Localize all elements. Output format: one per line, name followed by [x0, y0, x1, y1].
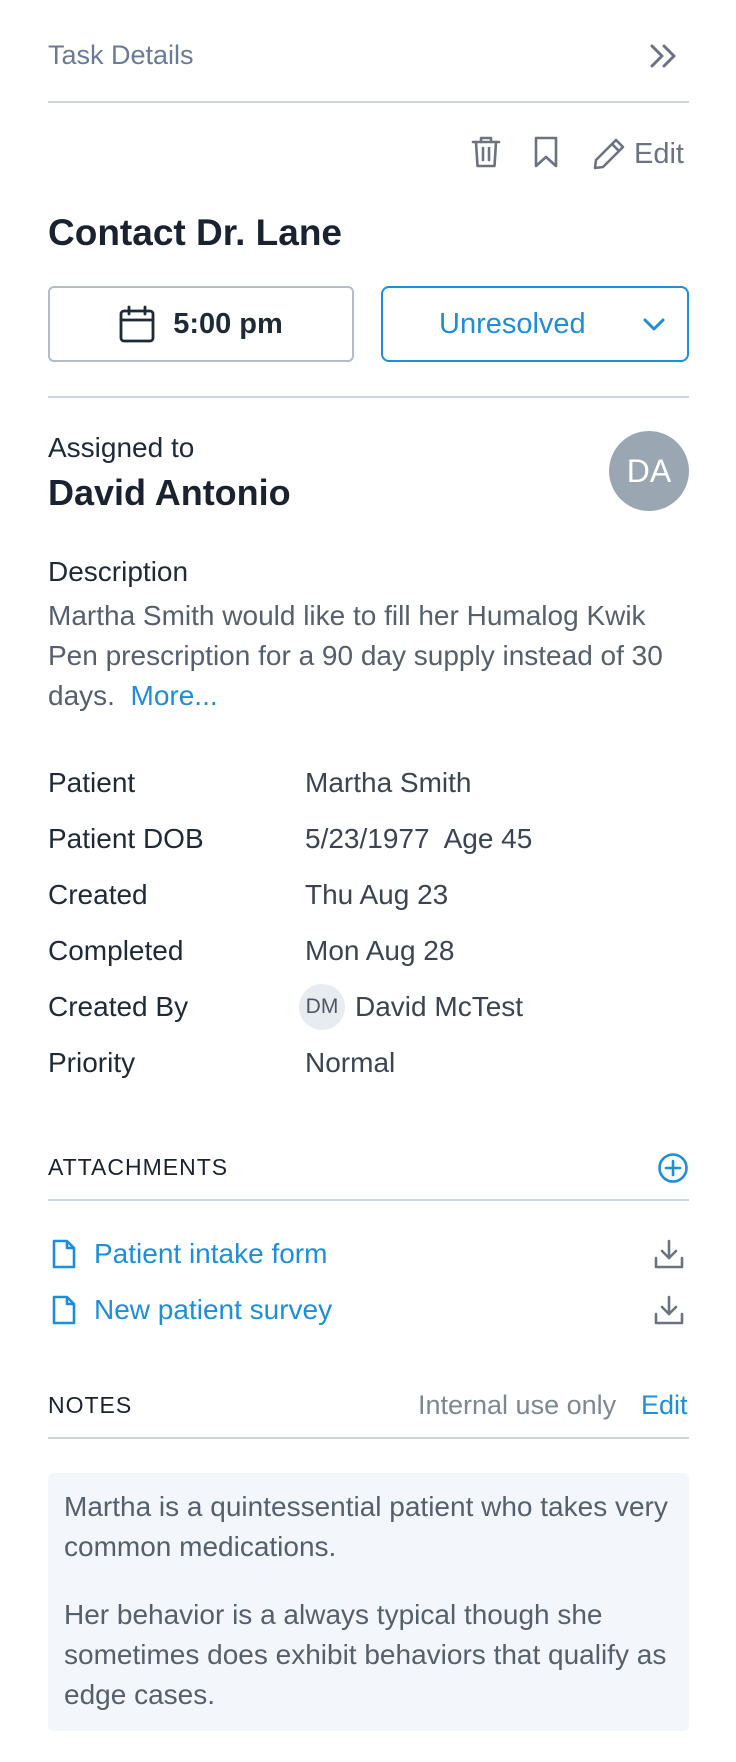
chevron-down-icon — [641, 312, 667, 343]
add-attachment-button[interactable] — [653, 1148, 693, 1188]
assigned-to-label: Assigned to — [48, 432, 195, 463]
document-icon — [48, 1236, 80, 1272]
panel-title: Task Details — [48, 40, 194, 70]
due-time-button[interactable]: 5:00 pm — [48, 286, 354, 362]
edit-notes-button[interactable]: Edit — [641, 1390, 688, 1421]
notes-divider — [48, 1437, 689, 1439]
collapse-panel-button[interactable] — [644, 38, 684, 78]
status-divider — [48, 396, 689, 398]
description-label: Description — [48, 556, 189, 587]
header-divider — [48, 101, 689, 103]
detail-label-dob: Patient DOB — [48, 823, 204, 854]
attachments-divider — [48, 1199, 689, 1201]
detail-value-completed: Mon Aug 28 — [305, 935, 455, 966]
bookmark-button[interactable] — [524, 132, 568, 176]
bookmark-icon — [533, 135, 559, 174]
attachments-heading: ATTACHMENTS — [48, 1154, 229, 1180]
plus-circle-icon — [657, 1152, 689, 1184]
assignee-avatar[interactable]: DA — [609, 431, 689, 511]
status-value: Unresolved — [439, 308, 586, 340]
detail-label-created: Created — [48, 879, 148, 910]
detail-label-created-by: Created By — [48, 991, 189, 1022]
status-dropdown[interactable]: Unresolved — [381, 286, 689, 362]
detail-value-dob: 5/23/1977 Age 45 — [305, 823, 533, 854]
detail-value-priority: Normal — [305, 1047, 396, 1078]
download-icon[interactable] — [649, 1234, 689, 1274]
creator-avatar: DM — [299, 984, 345, 1030]
attachment-link[interactable]: Patient intake form — [94, 1238, 649, 1270]
assignee-name: David Antonio — [48, 472, 291, 513]
notes-subtitle: Internal use only — [418, 1390, 617, 1420]
trash-icon — [471, 135, 501, 174]
double-chevron-right-icon — [649, 43, 679, 74]
notes-heading: NOTES — [48, 1392, 133, 1418]
edit-task-button[interactable]: Edit — [592, 132, 684, 176]
task-details-panel: Task Details Edit Contact Dr. Lane 5:00 … — [0, 0, 736, 1762]
edit-label: Edit — [634, 137, 684, 170]
notes-box: Martha is a quintessential patient who t… — [48, 1473, 689, 1731]
detail-value-patient: Martha Smith — [305, 767, 472, 798]
detail-value-created-by: David McTest — [355, 991, 524, 1022]
description-text: Martha Smith would like to fill her Huma… — [48, 596, 689, 716]
delete-button[interactable] — [464, 132, 508, 176]
more-link[interactable]: More... — [131, 680, 218, 711]
document-icon — [48, 1292, 80, 1328]
detail-label-priority: Priority — [48, 1047, 136, 1078]
detail-value-created: Thu Aug 23 — [305, 879, 449, 910]
task-title: Contact Dr. Lane — [48, 212, 342, 253]
attachment-item: New patient survey — [48, 1288, 689, 1332]
detail-label-patient: Patient — [48, 767, 136, 798]
download-icon[interactable] — [649, 1290, 689, 1330]
note-paragraph: Her behavior is a always typical though … — [64, 1599, 667, 1710]
calendar-icon — [119, 305, 155, 343]
attachment-link[interactable]: New patient survey — [94, 1294, 649, 1326]
note-paragraph: Martha is a quintessential patient who t… — [64, 1491, 668, 1562]
due-time-value: 5:00 pm — [173, 307, 283, 340]
attachment-item: Patient intake form — [48, 1232, 689, 1276]
detail-label-completed: Completed — [48, 935, 184, 966]
pencil-icon — [592, 137, 626, 171]
